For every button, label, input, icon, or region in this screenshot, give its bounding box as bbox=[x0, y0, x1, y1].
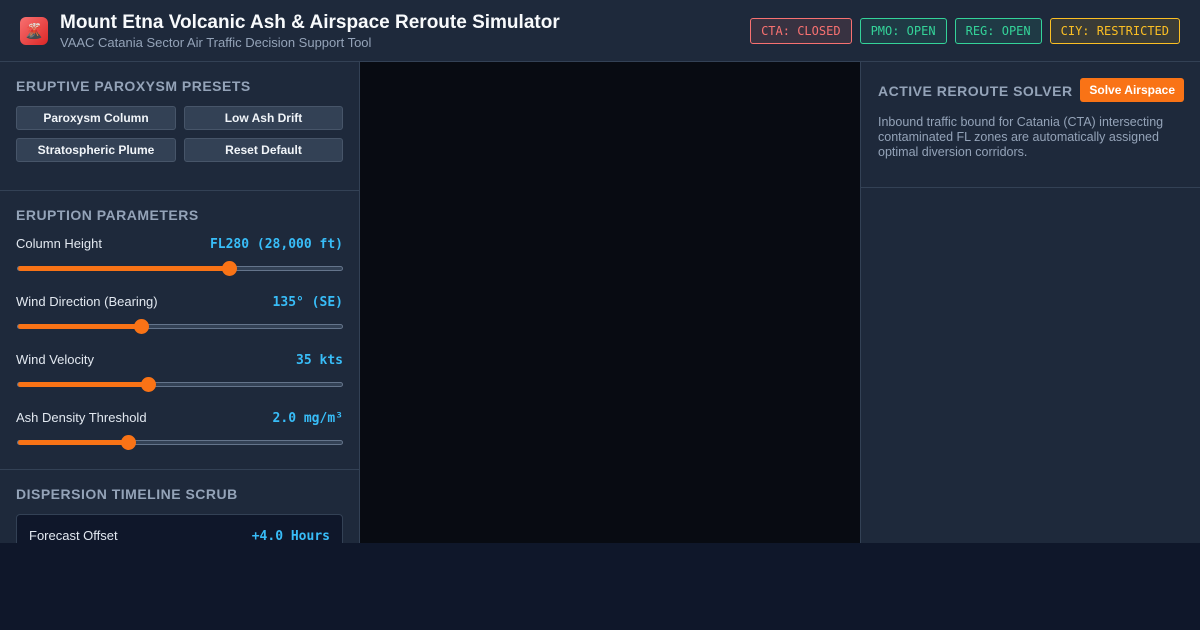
airspace-map-canvas[interactable] bbox=[360, 62, 860, 543]
slider-fill bbox=[18, 382, 148, 387]
slider-fill bbox=[18, 440, 129, 445]
slider-thumb[interactable] bbox=[121, 435, 137, 450]
wind-direction-slider[interactable] bbox=[17, 319, 343, 334]
parameters-title: ERUPTION PARAMETERS bbox=[16, 207, 199, 223]
presets-title: ERUPTIVE PAROXYSM PRESETS bbox=[16, 78, 251, 94]
ash-density-slider[interactable] bbox=[17, 435, 343, 450]
solver-title: ACTIVE REROUTE SOLVER bbox=[878, 83, 1073, 99]
preset-buttons: Paroxysm Column Low Ash Drift Stratosphe… bbox=[16, 106, 343, 162]
param-value: 2.0 mg/m³ bbox=[272, 411, 343, 426]
presets-section: ERUPTIVE PAROXYSM PRESETS Paroxysm Colum… bbox=[0, 62, 359, 191]
eruption-parameters-section: ERUPTION PARAMETERS Column Height FL280 … bbox=[0, 191, 359, 470]
solve-airspace-button[interactable]: Solve Airspace bbox=[1080, 78, 1184, 102]
solver-panel: ACTIVE REROUTE SOLVER Solve Airspace Inb… bbox=[860, 62, 1200, 543]
preset-paroxysm-column-button[interactable]: Paroxysm Column bbox=[16, 106, 176, 130]
app-header: 🌋 Mount Etna Volcanic Ash & Airspace Rer… bbox=[0, 0, 1200, 62]
reroute-solver-section: ACTIVE REROUTE SOLVER Solve Airspace Inb… bbox=[861, 62, 1200, 188]
solver-description: Inbound traffic bound for Catania (CTA) … bbox=[878, 115, 1164, 159]
slider-thumb[interactable] bbox=[221, 261, 237, 276]
slider-fill bbox=[18, 266, 229, 271]
param-value: 135° (SE) bbox=[272, 295, 343, 310]
status-badge-ciy: CIY: RESTRICTED bbox=[1049, 18, 1180, 44]
airport-status-badges: CTA: CLOSED PMO: OPEN REG: OPEN CIY: RES… bbox=[750, 18, 1180, 44]
param-value: FL280 (28,000 ft) bbox=[209, 237, 343, 252]
status-badge-pmo: PMO: OPEN bbox=[859, 18, 947, 44]
reset-default-button[interactable]: Reset Default bbox=[184, 138, 343, 162]
slider-thumb[interactable] bbox=[134, 319, 150, 334]
param-label: Wind Velocity bbox=[16, 352, 95, 367]
slider-thumb[interactable] bbox=[140, 377, 156, 392]
param-column-height: Column Height FL280 (28,000 ft) bbox=[16, 234, 343, 292]
preset-stratospheric-plume-button[interactable]: Stratospheric Plume bbox=[16, 138, 176, 162]
column-height-slider[interactable] bbox=[17, 261, 343, 276]
forecast-offset-control[interactable]: Forecast Offset +4.0 Hours bbox=[16, 514, 343, 543]
param-label: Column Height bbox=[16, 236, 102, 251]
timeline-section: DISPERSION TIMELINE SCRUB Forecast Offse… bbox=[0, 470, 359, 543]
control-panel: ERUPTIVE PAROXYSM PRESETS Paroxysm Colum… bbox=[0, 62, 360, 543]
param-wind-direction: Wind Direction (Bearing) 135° (SE) bbox=[16, 292, 343, 350]
param-wind-velocity: Wind Velocity 35 kts bbox=[16, 350, 343, 408]
timeline-title: DISPERSION TIMELINE SCRUB bbox=[16, 486, 238, 502]
status-badge-cta: CTA: CLOSED bbox=[750, 18, 852, 44]
wind-velocity-slider[interactable] bbox=[17, 377, 343, 392]
volcano-icon: 🌋 bbox=[20, 17, 48, 45]
forecast-offset-label: Forecast Offset bbox=[29, 528, 118, 543]
param-value: 35 kts bbox=[296, 353, 343, 368]
param-label: Ash Density Threshold bbox=[16, 410, 147, 425]
status-badge-reg: REG: OPEN bbox=[954, 18, 1042, 44]
forecast-offset-value: +4.0 Hours bbox=[251, 529, 330, 543]
param-label: Wind Direction (Bearing) bbox=[16, 294, 158, 309]
preset-low-ash-drift-button[interactable]: Low Ash Drift bbox=[184, 106, 343, 130]
app-subtitle: VAAC Catania Sector Air Traffic Decision… bbox=[60, 35, 372, 50]
slider-fill bbox=[18, 324, 142, 329]
app-title: Mount Etna Volcanic Ash & Airspace Rerou… bbox=[60, 12, 560, 33]
param-ash-density-threshold: Ash Density Threshold 2.0 mg/m³ bbox=[16, 408, 343, 466]
